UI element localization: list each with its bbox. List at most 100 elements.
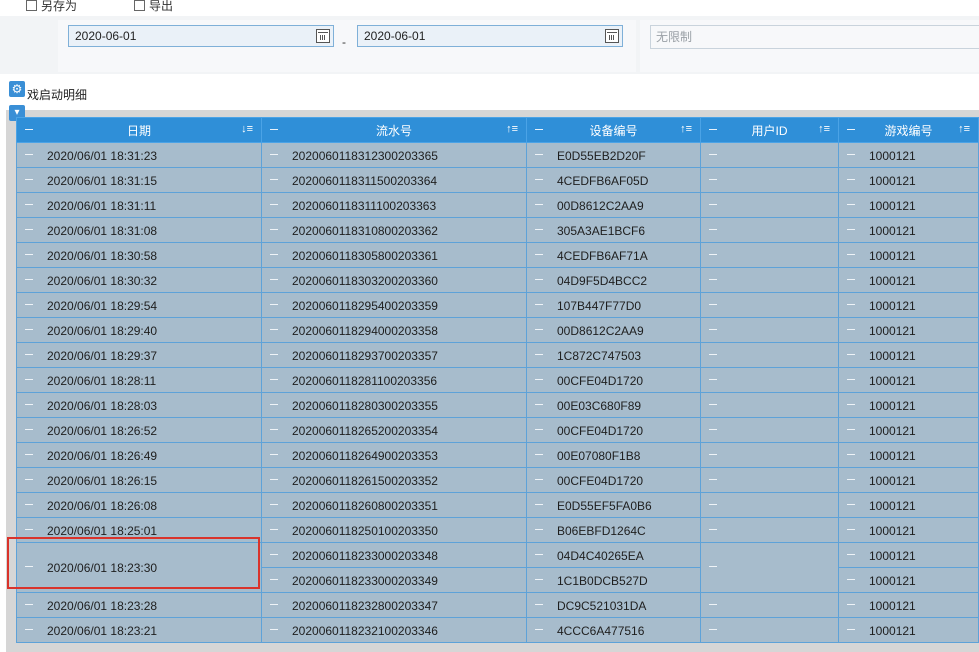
collapse-minus-icon[interactable] (847, 604, 855, 605)
collapse-minus-icon[interactable] (847, 204, 855, 205)
collapse-minus-icon[interactable] (270, 379, 278, 380)
collapse-minus-icon[interactable] (535, 529, 543, 530)
collapse-minus-icon[interactable] (709, 254, 717, 255)
collapse-minus-icon[interactable] (270, 454, 278, 455)
collapse-minus-icon[interactable] (535, 154, 543, 155)
collapse-minus-icon[interactable] (847, 229, 855, 230)
collapse-minus-icon[interactable] (25, 129, 33, 130)
gear-icon[interactable]: ⚙ (9, 81, 25, 97)
collapse-minus-icon[interactable] (25, 304, 33, 305)
collapse-minus-icon[interactable] (535, 629, 543, 630)
column-header[interactable]: 日期 ↓≡ (16, 117, 262, 143)
collapse-minus-icon[interactable] (270, 129, 278, 130)
collapse-minus-icon[interactable] (270, 179, 278, 180)
collapse-minus-icon[interactable] (847, 629, 855, 630)
save-as-button[interactable]: 另存为 (26, 0, 77, 14)
collapse-minus-icon[interactable] (25, 229, 33, 230)
collapse-minus-icon[interactable] (270, 604, 278, 605)
collapse-minus-icon[interactable] (25, 566, 33, 567)
collapse-minus-icon[interactable] (25, 179, 33, 180)
collapse-minus-icon[interactable] (25, 279, 33, 280)
column-header[interactable]: 设备编号 ↑≡ (526, 117, 701, 143)
collapse-minus-icon[interactable] (270, 629, 278, 630)
collapse-minus-icon[interactable] (847, 504, 855, 505)
collapse-minus-icon[interactable] (25, 154, 33, 155)
collapse-minus-icon[interactable] (709, 304, 717, 305)
calendar-icon[interactable] (605, 29, 619, 43)
collapse-minus-icon[interactable] (25, 454, 33, 455)
collapse-minus-icon[interactable] (709, 629, 717, 630)
collapse-minus-icon[interactable] (709, 354, 717, 355)
collapse-minus-icon[interactable] (847, 129, 855, 130)
collapse-minus-icon[interactable] (535, 279, 543, 280)
collapse-minus-icon[interactable] (847, 454, 855, 455)
collapse-minus-icon[interactable] (709, 504, 717, 505)
collapse-minus-icon[interactable] (535, 304, 543, 305)
collapse-minus-icon[interactable] (535, 404, 543, 405)
collapse-minus-icon[interactable] (270, 254, 278, 255)
collapse-minus-icon[interactable] (709, 329, 717, 330)
collapse-minus-icon[interactable] (709, 279, 717, 280)
calendar-icon[interactable] (316, 29, 330, 43)
collapse-minus-icon[interactable] (25, 329, 33, 330)
collapse-minus-icon[interactable] (847, 579, 855, 580)
collapse-minus-icon[interactable] (709, 429, 717, 430)
collapse-minus-icon[interactable] (847, 154, 855, 155)
collapse-minus-icon[interactable] (270, 554, 278, 555)
sort-icon[interactable]: ↓≡ (241, 123, 253, 135)
collapse-minus-icon[interactable] (535, 454, 543, 455)
collapse-minus-icon[interactable] (25, 529, 33, 530)
collapse-minus-icon[interactable] (535, 604, 543, 605)
collapse-minus-icon[interactable] (709, 529, 717, 530)
sort-icon[interactable]: ↑≡ (818, 123, 830, 135)
collapse-minus-icon[interactable] (535, 329, 543, 330)
start-date-input[interactable]: 2020-06-01 (68, 25, 334, 47)
sort-icon[interactable]: ↑≡ (680, 123, 692, 135)
collapse-minus-icon[interactable] (25, 254, 33, 255)
collapse-minus-icon[interactable] (25, 379, 33, 380)
collapse-minus-icon[interactable] (535, 554, 543, 555)
collapse-minus-icon[interactable] (25, 604, 33, 605)
collapse-minus-icon[interactable] (270, 529, 278, 530)
end-date-input[interactable]: 2020-06-01 (357, 25, 623, 47)
collapse-minus-icon[interactable] (270, 579, 278, 580)
export-button[interactable]: 导出 (134, 0, 173, 14)
collapse-minus-icon[interactable] (535, 179, 543, 180)
collapse-minus-icon[interactable] (25, 404, 33, 405)
collapse-minus-icon[interactable] (847, 554, 855, 555)
collapse-minus-icon[interactable] (270, 304, 278, 305)
collapse-minus-icon[interactable] (709, 454, 717, 455)
sort-icon[interactable]: ↑≡ (958, 123, 970, 135)
collapse-minus-icon[interactable] (847, 279, 855, 280)
collapse-minus-icon[interactable] (709, 204, 717, 205)
collapse-minus-icon[interactable] (535, 379, 543, 380)
collapse-minus-icon[interactable] (847, 529, 855, 530)
collapse-minus-icon[interactable] (270, 229, 278, 230)
collapse-minus-icon[interactable] (709, 154, 717, 155)
collapse-minus-icon[interactable] (709, 566, 717, 567)
collapse-minus-icon[interactable] (270, 154, 278, 155)
collapse-minus-icon[interactable] (535, 204, 543, 205)
collapse-minus-icon[interactable] (270, 429, 278, 430)
column-header[interactable]: 流水号 ↑≡ (261, 117, 527, 143)
collapse-minus-icon[interactable] (25, 204, 33, 205)
collapse-minus-icon[interactable] (535, 229, 543, 230)
collapse-minus-icon[interactable] (535, 429, 543, 430)
collapse-minus-icon[interactable] (709, 479, 717, 480)
collapse-minus-icon[interactable] (847, 479, 855, 480)
collapse-minus-icon[interactable] (847, 429, 855, 430)
collapse-minus-icon[interactable] (270, 354, 278, 355)
column-header[interactable]: 游戏编号 ↑≡ (838, 117, 979, 143)
collapse-minus-icon[interactable] (535, 504, 543, 505)
collapse-minus-icon[interactable] (847, 354, 855, 355)
collapse-minus-icon[interactable] (709, 379, 717, 380)
collapse-minus-icon[interactable] (709, 229, 717, 230)
collapse-minus-icon[interactable] (535, 579, 543, 580)
collapse-minus-icon[interactable] (25, 429, 33, 430)
collapse-minus-icon[interactable] (847, 179, 855, 180)
collapse-minus-icon[interactable] (847, 329, 855, 330)
collapse-minus-icon[interactable] (270, 279, 278, 280)
collapse-minus-icon[interactable] (535, 479, 543, 480)
collapse-minus-icon[interactable] (270, 404, 278, 405)
collapse-minus-icon[interactable] (709, 129, 717, 130)
